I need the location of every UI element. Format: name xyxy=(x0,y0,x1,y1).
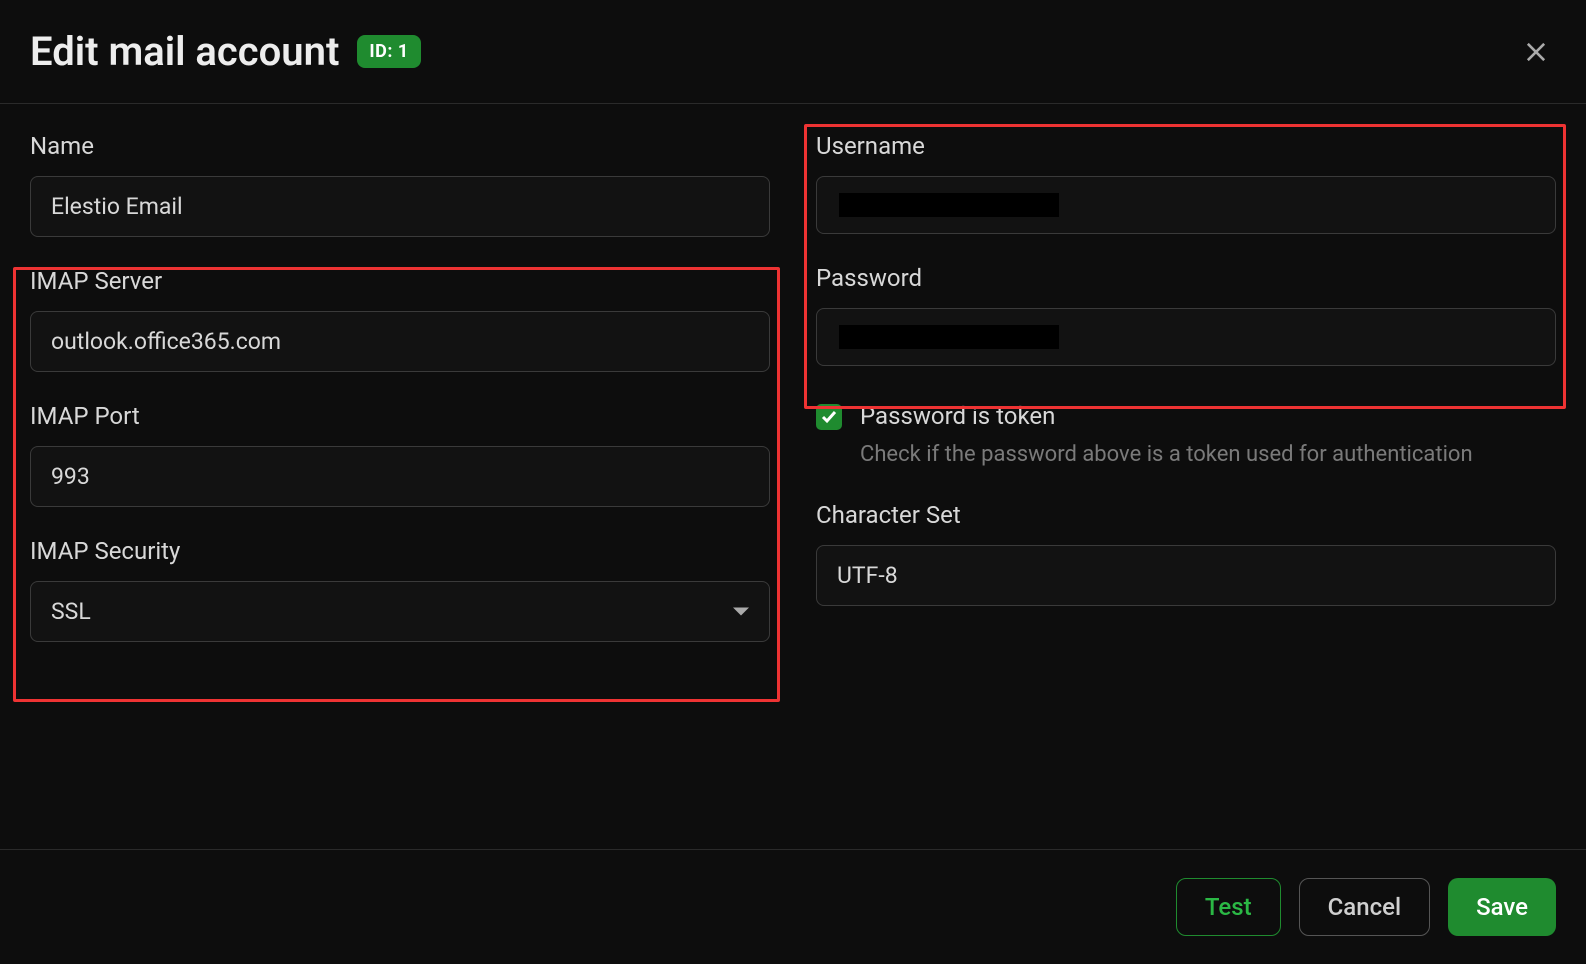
edit-mail-account-dialog: Edit mail account ID: 1 Name IMAP Server… xyxy=(0,0,1586,964)
dialog-header-left: Edit mail account ID: 1 xyxy=(30,28,421,75)
username-field: Username xyxy=(816,132,1556,234)
imap-server-input[interactable] xyxy=(30,311,770,372)
dialog-header: Edit mail account ID: 1 xyxy=(0,0,1586,104)
left-column: Name IMAP Server IMAP Port IMAP Security xyxy=(30,132,770,829)
charset-field: Character Set xyxy=(816,501,1556,606)
username-redacted xyxy=(839,193,1059,217)
password-label: Password xyxy=(816,264,1556,292)
imap-port-input[interactable] xyxy=(30,446,770,507)
cancel-button[interactable]: Cancel xyxy=(1299,878,1430,936)
dialog-body: Name IMAP Server IMAP Port IMAP Security xyxy=(0,104,1586,849)
close-icon xyxy=(1522,38,1550,66)
name-label: Name xyxy=(30,132,770,160)
right-column: Username Password Password is token Chec… xyxy=(816,132,1556,829)
check-icon xyxy=(821,409,837,425)
id-badge: ID: 1 xyxy=(357,35,420,68)
name-input[interactable] xyxy=(30,176,770,237)
imap-server-label: IMAP Server xyxy=(30,267,770,295)
password-is-token-field: Password is token Check if the password … xyxy=(816,402,1556,471)
username-input[interactable] xyxy=(816,176,1556,234)
test-button[interactable]: Test xyxy=(1176,878,1281,936)
charset-input[interactable] xyxy=(816,545,1556,606)
password-field: Password xyxy=(816,264,1556,366)
password-is-token-label: Password is token xyxy=(860,402,1473,430)
imap-security-select-wrapper xyxy=(30,581,770,642)
save-button[interactable]: Save xyxy=(1448,878,1556,936)
password-is-token-help: Check if the password above is a token u… xyxy=(860,438,1473,471)
imap-security-select[interactable] xyxy=(30,581,770,642)
imap-port-label: IMAP Port xyxy=(30,402,770,430)
username-label: Username xyxy=(816,132,1556,160)
imap-security-field: IMAP Security xyxy=(30,537,770,642)
imap-server-field: IMAP Server xyxy=(30,267,770,372)
charset-label: Character Set xyxy=(816,501,1556,529)
password-input[interactable] xyxy=(816,308,1556,366)
imap-port-field: IMAP Port xyxy=(30,402,770,507)
dialog-footer: Test Cancel Save xyxy=(0,849,1586,964)
name-field: Name xyxy=(30,132,770,237)
imap-security-label: IMAP Security xyxy=(30,537,770,565)
password-redacted xyxy=(839,325,1059,349)
dialog-title: Edit mail account xyxy=(30,28,339,75)
close-button[interactable] xyxy=(1516,32,1556,72)
checkbox-content: Password is token Check if the password … xyxy=(860,402,1473,471)
password-is-token-checkbox[interactable] xyxy=(816,404,842,430)
